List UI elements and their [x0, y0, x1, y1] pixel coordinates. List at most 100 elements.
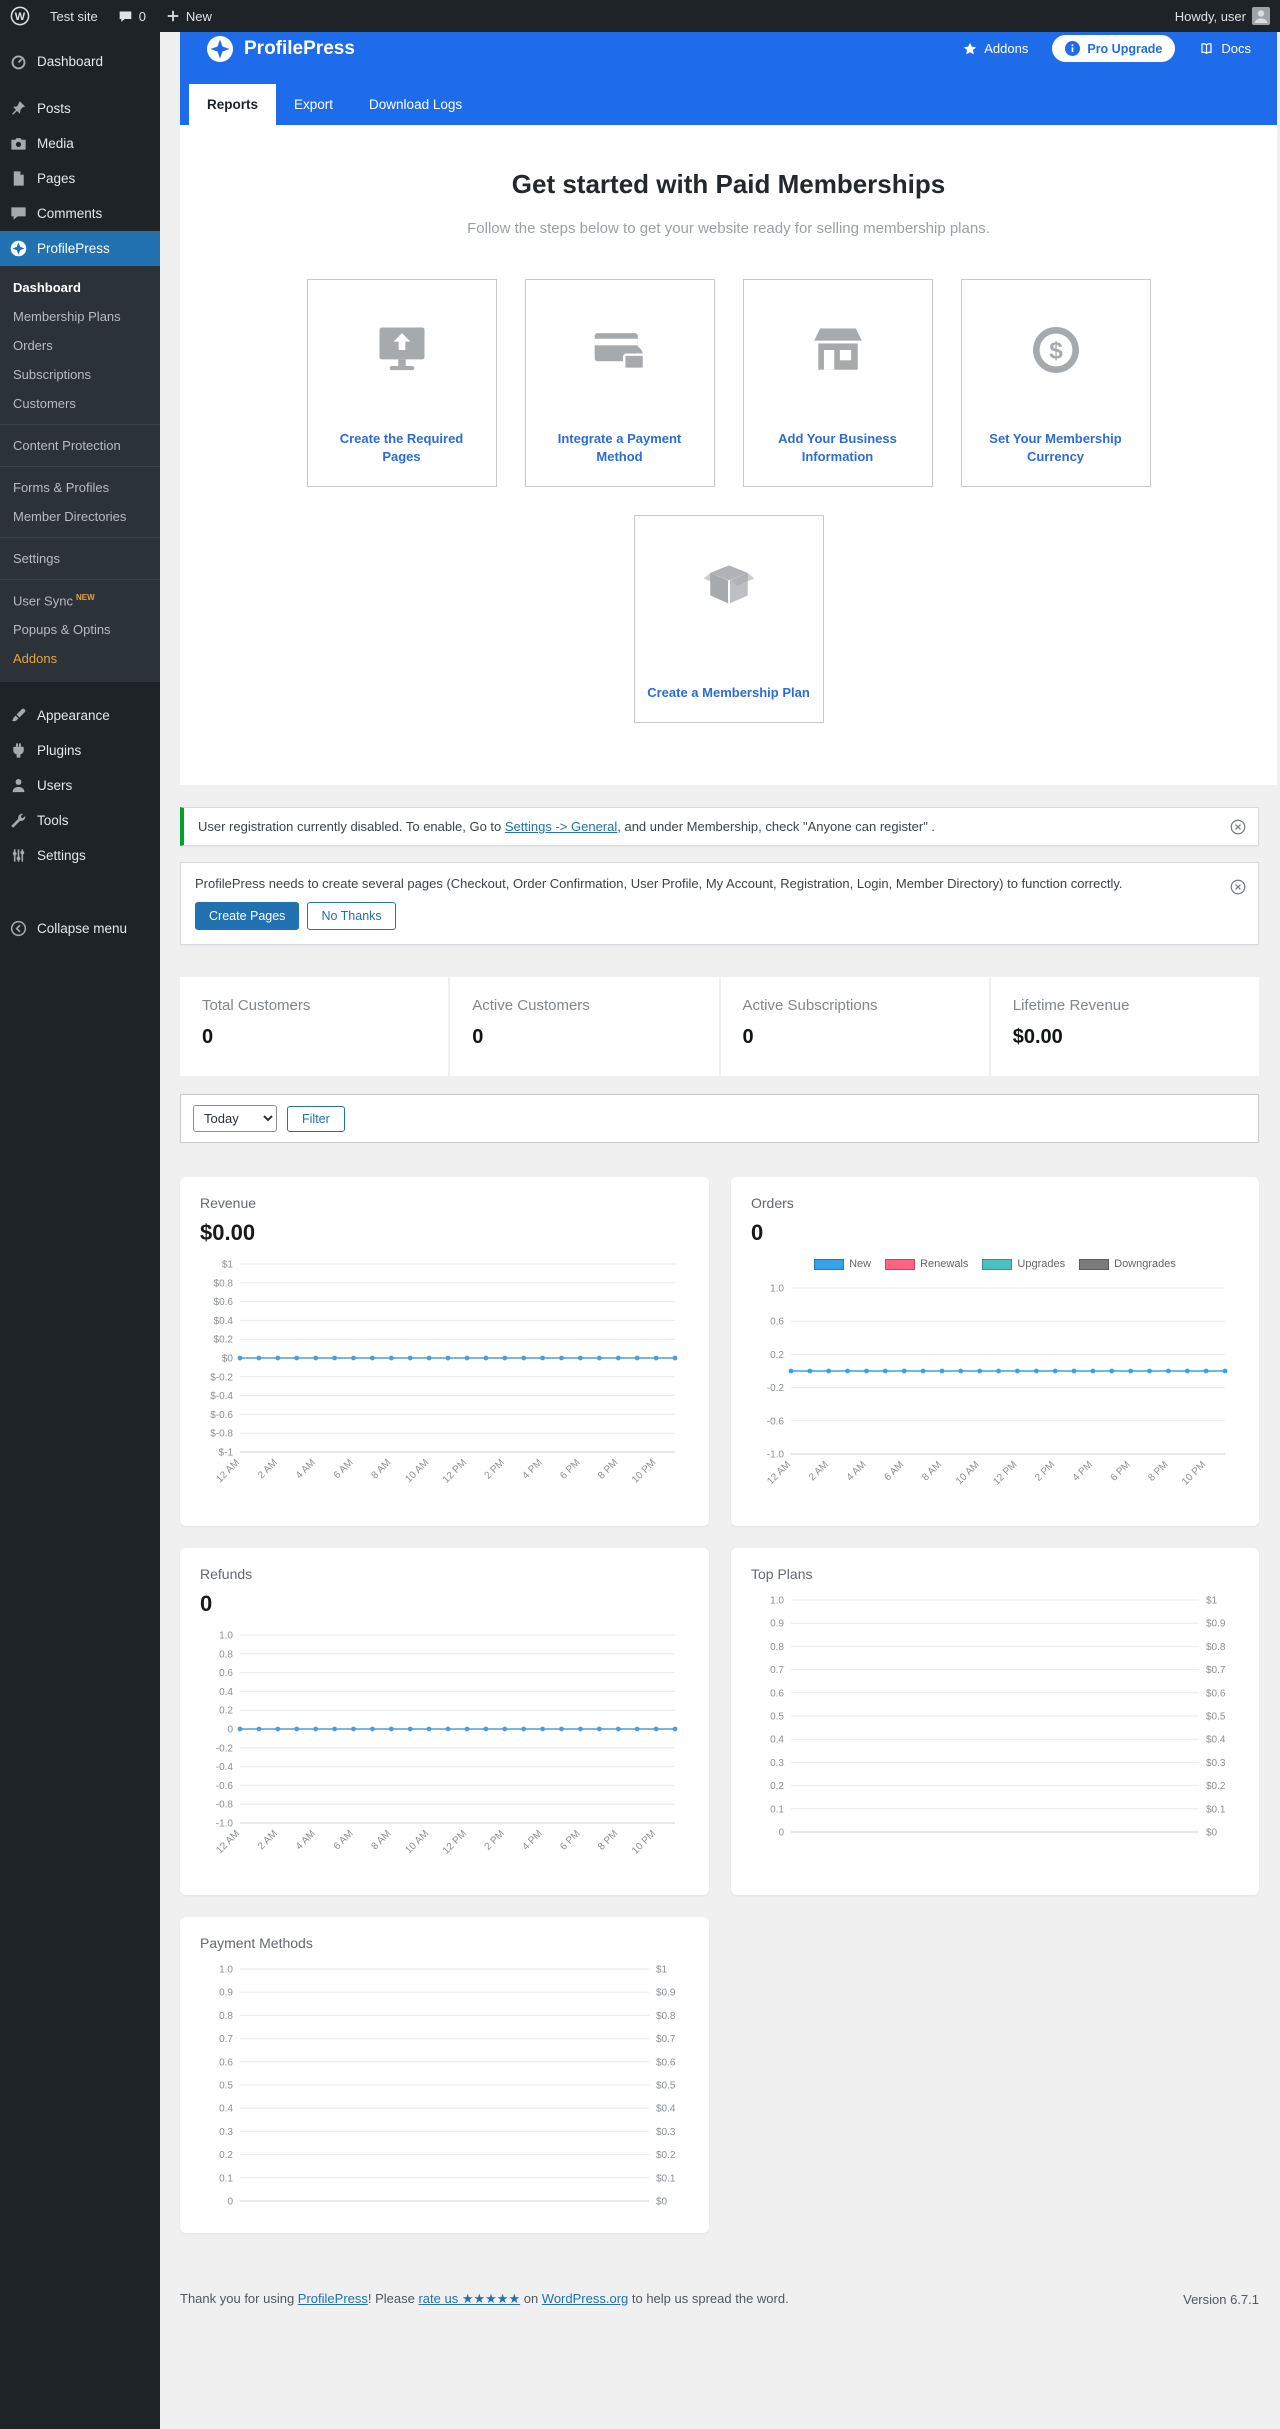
svg-text:0.8: 0.8 — [770, 1642, 784, 1653]
onboarding-card-create-the-required-pages[interactable]: Create the Required Pages — [306, 279, 497, 487]
profilepress-link[interactable]: ProfilePress — [298, 2291, 368, 2306]
dismiss-icon[interactable] — [1230, 819, 1246, 835]
svg-text:$0.6: $0.6 — [1206, 1688, 1226, 1699]
sidebar-item-settings[interactable]: Settings — [0, 838, 160, 873]
svg-text:0.6: 0.6 — [219, 1668, 233, 1679]
chart-card-revenue: Revenue $0.00 $1 $0.8 $0.6 $0.4 $0.2 $0 $-0.2 $-0… — [180, 1177, 709, 1526]
svg-text:4 PM: 4 PM — [1071, 1459, 1095, 1483]
onboarding-card-create-a-membership-plan[interactable]: Create a Membership Plan — [633, 515, 824, 723]
onboarding-card-integrate-a-payment-method[interactable]: Integrate a Payment Method — [524, 279, 715, 487]
wordpress-org-link[interactable]: WordPress.org — [542, 2291, 628, 2306]
sidebar-item-label: Collapse menu — [37, 921, 128, 937]
sidebar-item-collapse-menu[interactable]: Collapse menu — [0, 911, 160, 946]
docs-link[interactable]: Docs — [1199, 41, 1251, 56]
comments-shortcut[interactable]: 0 — [108, 0, 156, 32]
onboarding-card-add-your-business-information[interactable]: Add Your Business Information — [742, 279, 933, 487]
chart-title: Revenue — [200, 1195, 257, 1211]
legend-swatch — [814, 1258, 845, 1270]
sidebar-item-pages[interactable]: Pages — [0, 161, 160, 196]
my-account-menu[interactable]: Howdy, user — [1165, 0, 1280, 32]
create-pages-button[interactable]: Create Pages — [195, 902, 300, 930]
rate-us-link[interactable]: rate us ★★★★★ — [418, 2291, 520, 2306]
settings-general-link[interactable]: Settings -> General — [505, 819, 617, 834]
svg-text:$0.6: $0.6 — [214, 1297, 234, 1308]
svg-text:12 PM: 12 PM — [441, 1457, 469, 1485]
chart-title: Orders — [751, 1195, 794, 1211]
svg-text:1.0: 1.0 — [219, 1631, 233, 1642]
submenu-item-member-directories[interactable]: Member Directories — [0, 502, 160, 531]
sidebar-item-posts[interactable]: Posts — [0, 91, 160, 126]
comments-count: 0 — [138, 8, 146, 24]
footer-thanks: Thank you for using ProfilePress! Please… — [180, 2291, 789, 2307]
svg-text:$0.5: $0.5 — [656, 2081, 676, 2092]
svg-text:-0.4: -0.4 — [216, 1762, 234, 1773]
svg-text:0: 0 — [778, 1828, 784, 1839]
sidebar-item-media[interactable]: Media — [0, 126, 160, 161]
date-range-select[interactable]: Today — [193, 1105, 277, 1132]
addons-link[interactable]: Addons — [963, 41, 1028, 56]
svg-text:$0.8: $0.8 — [656, 2011, 676, 2022]
submenu-item-content-protection[interactable]: Content Protection — [0, 431, 160, 460]
sidebar-item-comments[interactable]: Comments — [0, 196, 160, 231]
star-icon — [963, 42, 977, 56]
svg-text:$0.9: $0.9 — [1206, 1619, 1226, 1630]
new-content-menu[interactable]: New — [156, 0, 222, 32]
submenu-item-dashboard[interactable]: Dashboard — [0, 273, 160, 302]
svg-text:0.1: 0.1 — [219, 2173, 233, 2184]
card-lock-icon — [590, 304, 650, 396]
sidebar-item-dashboard[interactable]: Dashboard — [0, 44, 160, 79]
pro-upgrade-button[interactable]: Pro Upgrade — [1052, 35, 1176, 62]
new-label: New — [185, 8, 212, 24]
plan-box-icon — [699, 540, 759, 632]
tab-reports[interactable]: Reports — [189, 84, 277, 125]
onboarding-card-label: Create a Membership Plan — [647, 684, 810, 700]
onboarding-card-set-your-membership-currency[interactable]: $ Set Your Membership Currency — [960, 279, 1151, 487]
sidebar-item-users[interactable]: Users — [0, 768, 160, 803]
sidebar-item-appearance[interactable]: Appearance — [0, 698, 160, 733]
submenu-item-customers[interactable]: Customers — [0, 389, 160, 418]
legend-item-new[interactable]: New — [814, 1258, 871, 1270]
legend-item-upgrades[interactable]: Upgrades — [982, 1258, 1065, 1270]
svg-text:2 AM: 2 AM — [256, 1828, 280, 1852]
submenu-item-addons[interactable]: Addons — [0, 644, 160, 673]
chart-canvas-top-plans: 1.0 0.9 0.8 0.7 0.6 0.5 0.4 0.3 0.2 0.1 0 $1 $0.9 $0.… — [751, 1592, 1239, 1848]
sidebar-item-plugins[interactable]: Plugins — [0, 733, 160, 768]
chart-card-payment-methods: Payment Methods 1.0 0.9 0.8 0.7 0.6 0.5 0.4 0.3 0… — [180, 1917, 709, 2233]
onboarding-panel: Get started with Paid Memberships Follow… — [180, 125, 1277, 785]
chart-value: 0 — [200, 1591, 213, 1616]
version-label: Version 6.7.1 — [1183, 2292, 1259, 2307]
sidebar-item-profilepress[interactable]: ProfilePress — [0, 231, 160, 266]
sidebar-item-tools[interactable]: Tools — [0, 803, 160, 838]
legend-item-downgrades[interactable]: Downgrades — [1079, 1258, 1176, 1270]
submenu-item-settings[interactable]: Settings — [0, 544, 160, 573]
dismiss-icon[interactable] — [1230, 879, 1246, 895]
tab-export[interactable]: Export — [276, 84, 351, 125]
tab-download-logs[interactable]: Download Logs — [351, 84, 480, 125]
submenu-item-user-sync[interactable]: User Sync NEW — [0, 586, 160, 615]
svg-text:10 PM: 10 PM — [1180, 1459, 1208, 1487]
svg-text:1.0: 1.0 — [770, 1284, 784, 1295]
sidebar-item-label: Posts — [37, 101, 71, 116]
sidebar-item-label: Dashboard — [37, 54, 104, 69]
onboarding-card-label: Integrate a Payment Method — [557, 430, 682, 464]
svg-text:$1: $1 — [656, 1965, 668, 1976]
footer-text: ! Please — [367, 2291, 419, 2306]
chart-value: 0 — [751, 1220, 764, 1245]
wordpress-logo-icon[interactable]: W — [0, 0, 40, 32]
no-thanks-button[interactable]: No Thanks — [307, 902, 396, 930]
site-name-menu[interactable]: Test site — [40, 0, 108, 32]
submenu-item-membership-plans[interactable]: Membership Plans — [0, 302, 160, 331]
submenu-item-popups-optins[interactable]: Popups & Optins — [0, 615, 160, 644]
stat-card-lifetime-revenue: Lifetime Revenue $0.00 — [990, 977, 1259, 1076]
submenu-item-orders[interactable]: Orders — [0, 331, 160, 360]
create-pages-notice: ProfilePress needs to create several pag… — [180, 862, 1259, 945]
submenu-item-forms-profiles[interactable]: Forms & Profiles — [0, 473, 160, 502]
svg-text:0.1: 0.1 — [770, 1804, 784, 1815]
filter-button[interactable]: Filter — [287, 1105, 345, 1132]
legend-label: New — [849, 1258, 872, 1270]
svg-text:$0.3: $0.3 — [1206, 1758, 1226, 1769]
media-icon — [9, 134, 28, 153]
svg-text:$0.4: $0.4 — [1206, 1735, 1226, 1746]
legend-item-renewals[interactable]: Renewals — [885, 1258, 968, 1270]
submenu-item-subscriptions[interactable]: Subscriptions — [0, 360, 160, 389]
